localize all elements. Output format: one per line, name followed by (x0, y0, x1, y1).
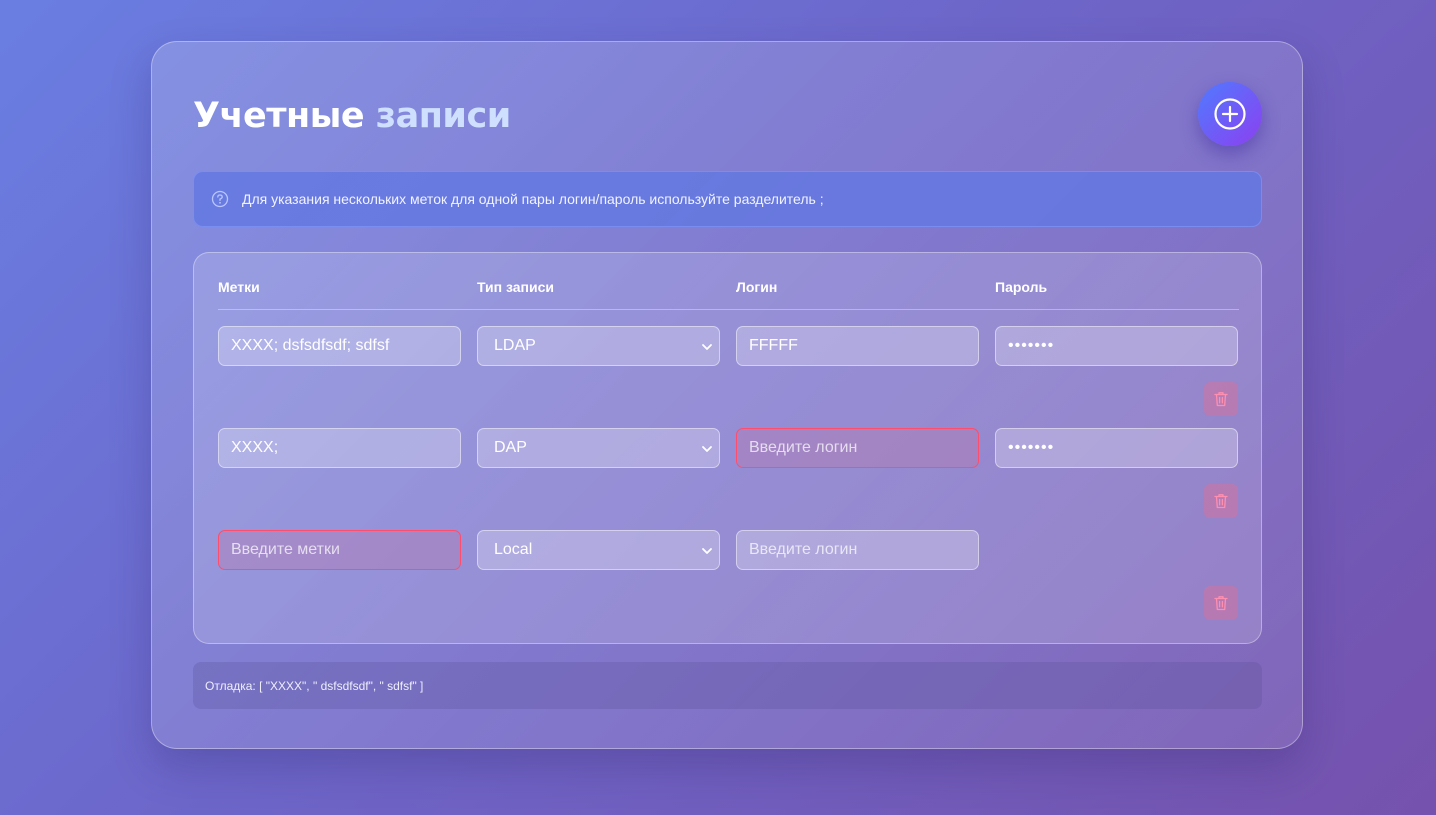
password-value: ••••••• (1008, 439, 1055, 456)
chevron-down-icon (702, 548, 712, 554)
chevron-down-icon (702, 446, 712, 452)
header-password: Пароль (995, 279, 1048, 295)
debug-panel: Отладка: [ "XXXX", " dsfsdfsdf", " sdfsf… (193, 662, 1262, 709)
accounts-table: Метки Тип записи Логин Пароль XXXX; dsfs… (193, 252, 1262, 644)
header-type: Тип записи (477, 279, 554, 295)
login-placeholder: Введите логин (749, 541, 858, 558)
chevron-down-icon (702, 344, 712, 350)
delete-row-button[interactable] (1204, 484, 1238, 518)
password-value: ••••••• (1008, 337, 1055, 354)
type-value: LDAP (494, 337, 536, 354)
trash-icon (1214, 494, 1228, 509)
tags-input[interactable]: Введите метки (218, 530, 461, 570)
tags-value: XXXX; (231, 439, 279, 456)
type-value: DAP (494, 439, 527, 456)
tags-value: XXXX; dsfsdfsdf; sdfsf (231, 337, 390, 354)
login-input[interactable]: Введите логин (736, 428, 979, 468)
page-title-word2: записи (375, 96, 511, 136)
header-divider (218, 309, 1239, 310)
password-input[interactable]: ••••••• (995, 428, 1238, 468)
page-title: Учетные записи (193, 96, 511, 136)
type-value: Local (494, 541, 533, 558)
delete-row-button[interactable] (1204, 382, 1238, 416)
header-tags: Метки (218, 279, 260, 295)
trash-icon (1214, 392, 1228, 407)
type-select[interactable]: DAP (477, 428, 720, 468)
info-banner: Для указания нескольких меток для одной … (193, 171, 1262, 227)
trash-icon (1214, 596, 1228, 611)
type-select[interactable]: LDAP (477, 326, 720, 366)
login-value: FFFFF (749, 337, 798, 354)
login-input[interactable]: Введите логин (736, 530, 979, 570)
plus-circle-icon (1214, 98, 1246, 130)
tags-input[interactable]: XXXX; dsfsdfsdf; sdfsf (218, 326, 461, 366)
password-input[interactable]: ••••••• (995, 326, 1238, 366)
page-title-word1: Учетные (193, 96, 365, 136)
question-circle-icon (211, 190, 229, 208)
info-text: Для указания нескольких меток для одной … (242, 191, 824, 207)
debug-text: Отладка: [ "XXXX", " dsfsdfsdf", " sdfsf… (205, 678, 424, 693)
header-login: Логин (736, 279, 778, 295)
delete-row-button[interactable] (1204, 586, 1238, 620)
add-account-button[interactable] (1198, 82, 1262, 146)
tags-input[interactable]: XXXX; (218, 428, 461, 468)
tags-placeholder: Введите метки (231, 541, 340, 558)
accounts-card: Учетные записи Для указания нескольких м… (151, 41, 1303, 749)
login-input[interactable]: FFFFF (736, 326, 979, 366)
type-select[interactable]: Local (477, 530, 720, 570)
login-placeholder: Введите логин (749, 439, 858, 456)
